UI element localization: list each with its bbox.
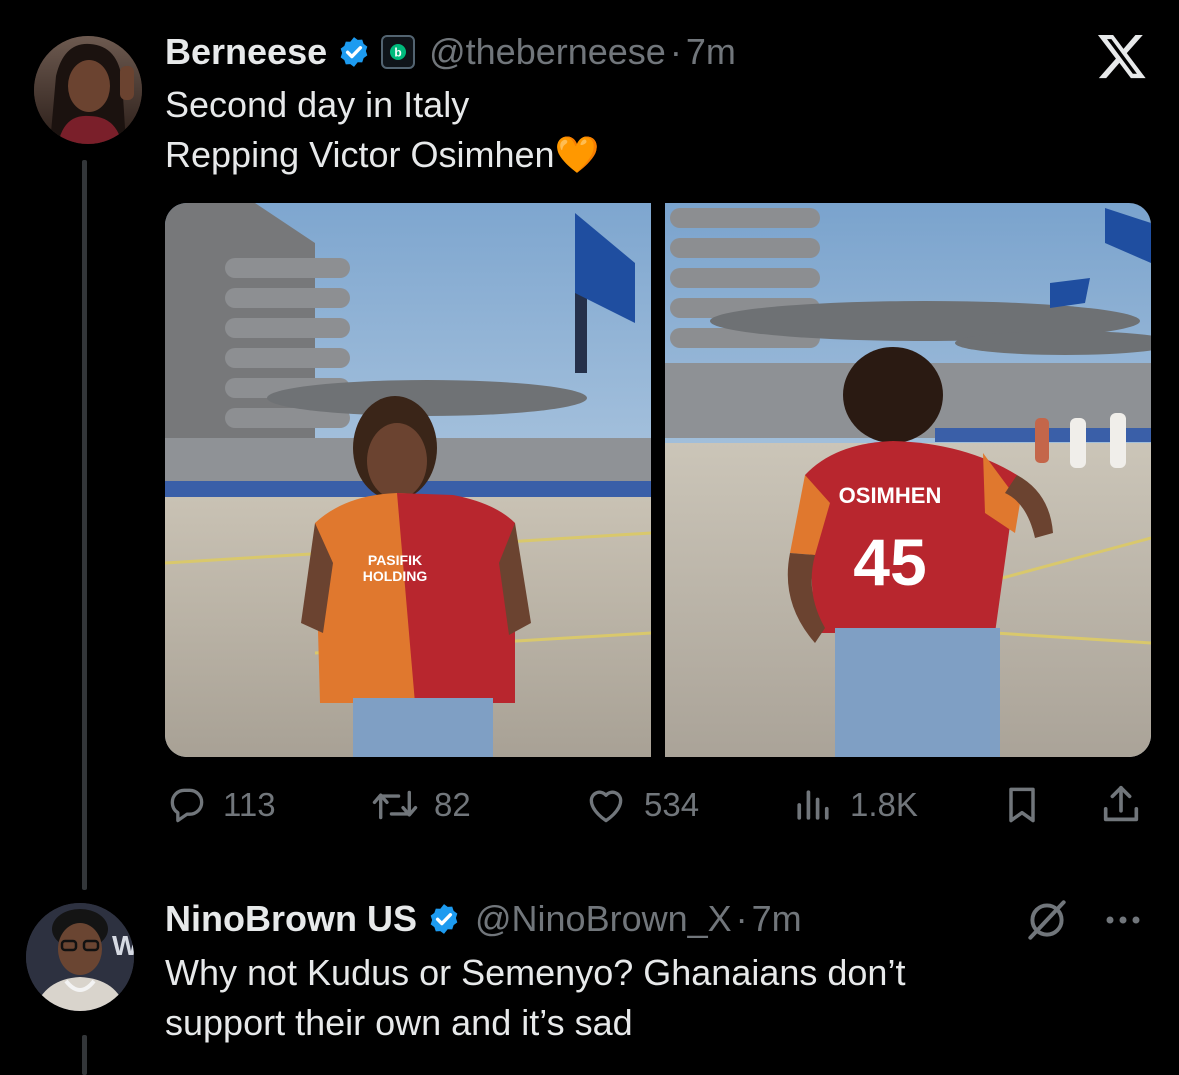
x-logo-icon[interactable]	[1096, 30, 1148, 82]
tweet-photo-2[interactable]: OSIMHEN 45	[665, 203, 1151, 757]
bookmark-icon	[1000, 782, 1044, 828]
bookmark-button[interactable]	[1000, 780, 1044, 830]
views-button[interactable]: 1.8K	[790, 780, 918, 830]
repost-count: 82	[434, 786, 471, 823]
reply-handle[interactable]: @NinoBrown_X	[475, 898, 732, 940]
grok-slash-icon[interactable]	[1022, 895, 1072, 945]
reply-verified-badge-icon[interactable]	[427, 902, 461, 936]
separator: ·	[669, 31, 682, 72]
like-count: 534	[644, 786, 700, 823]
views-count: 1.8K	[850, 786, 918, 823]
orange-heart-emoji: 🧡	[554, 134, 600, 175]
reply-button[interactable]: 113	[165, 780, 276, 830]
tweet-text: Second day in Italy Repping Victor Osimh…	[165, 80, 1085, 180]
repost-icon	[370, 783, 420, 827]
jersey-sponsor-line-2: HOLDING	[363, 568, 428, 584]
tweet-photo-1[interactable]: PASIFIK HOLDING	[165, 203, 651, 757]
heart-icon	[582, 783, 630, 827]
timestamp[interactable]: 7m	[686, 31, 736, 73]
thread-line-top	[82, 160, 87, 890]
tweet-header: Berneese b @theberneese · 7m	[165, 28, 736, 76]
reply-header: NinoBrown US @NinoBrown_X · 7m	[165, 895, 802, 943]
jersey-name: OSIMHEN	[839, 483, 942, 508]
reply-count: 113	[223, 786, 276, 823]
thread-line-bottom	[82, 1035, 87, 1075]
reply-avatar[interactable]: W.	[26, 903, 134, 1011]
reply-display-name[interactable]: NinoBrown US	[165, 898, 417, 940]
share-button[interactable]	[1098, 780, 1144, 830]
jersey-number: 45	[853, 525, 926, 599]
reply-icon	[165, 783, 209, 827]
views-chart-icon	[790, 783, 836, 827]
repost-button[interactable]: 82	[370, 780, 471, 830]
verified-badge-icon[interactable]	[337, 35, 371, 69]
handle[interactable]: @theberneese	[429, 31, 666, 73]
display-name[interactable]: Berneese	[165, 31, 327, 73]
share-icon	[1098, 782, 1144, 828]
affiliate-b-icon[interactable]: b	[381, 35, 416, 69]
reply-text: Why not Kudus or Semenyo? Ghanaians don’…	[165, 948, 1125, 1048]
avatar[interactable]	[34, 36, 142, 144]
reply-avatar-text: W.	[112, 930, 134, 961]
more-dots-icon[interactable]	[1098, 905, 1148, 935]
reply-line-2: support their own and it’s sad	[165, 1002, 633, 1043]
tweet-line-1: Second day in Italy	[165, 84, 470, 125]
tweet-line-2: Repping Victor Osimhen🧡	[165, 130, 1085, 180]
reply-line-1: Why not Kudus or Semenyo? Ghanaians don’…	[165, 952, 906, 993]
tweet-line-2-text: Repping Victor Osimhen	[165, 134, 555, 175]
jersey-sponsor-line-1: PASIFIK	[368, 552, 422, 568]
svg-text:b: b	[394, 46, 401, 60]
reply-separator: ·	[735, 898, 748, 939]
like-button[interactable]: 534	[582, 780, 699, 830]
reply-timestamp[interactable]: 7m	[752, 898, 802, 940]
